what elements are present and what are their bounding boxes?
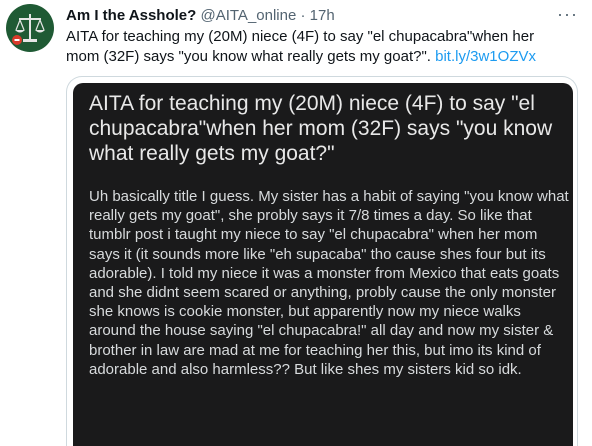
embedded-post-body: Uh basically title I guess. My sister ha… (89, 188, 569, 378)
tweet-text: AITA for teaching my (20M) niece (4F) to… (66, 27, 571, 67)
tweet-media-image[interactable]: AITA for teaching my (20M) niece (4F) to… (66, 76, 578, 446)
tweet[interactable]: Am I the Asshole? @AITA_online · 17h ···… (0, 0, 592, 446)
tweet-header: Am I the Asshole? @AITA_online · 17h (66, 6, 552, 26)
tweet-timestamp[interactable]: 17h (310, 7, 335, 24)
author-display-name[interactable]: Am I the Asshole? (66, 7, 196, 24)
tweet-link[interactable]: bit.ly/3w1OZVx (435, 48, 536, 65)
avatar[interactable] (6, 4, 54, 52)
embedded-post-title: AITA for teaching my (20M) niece (4F) to… (89, 92, 553, 165)
more-options-icon[interactable]: ··· (557, 4, 578, 25)
separator-dot: · (300, 7, 306, 24)
author-handle[interactable]: @AITA_online (200, 7, 296, 24)
scales-of-justice-icon (12, 14, 45, 45)
embedded-post-card: AITA for teaching my (20M) niece (4F) to… (73, 83, 573, 446)
